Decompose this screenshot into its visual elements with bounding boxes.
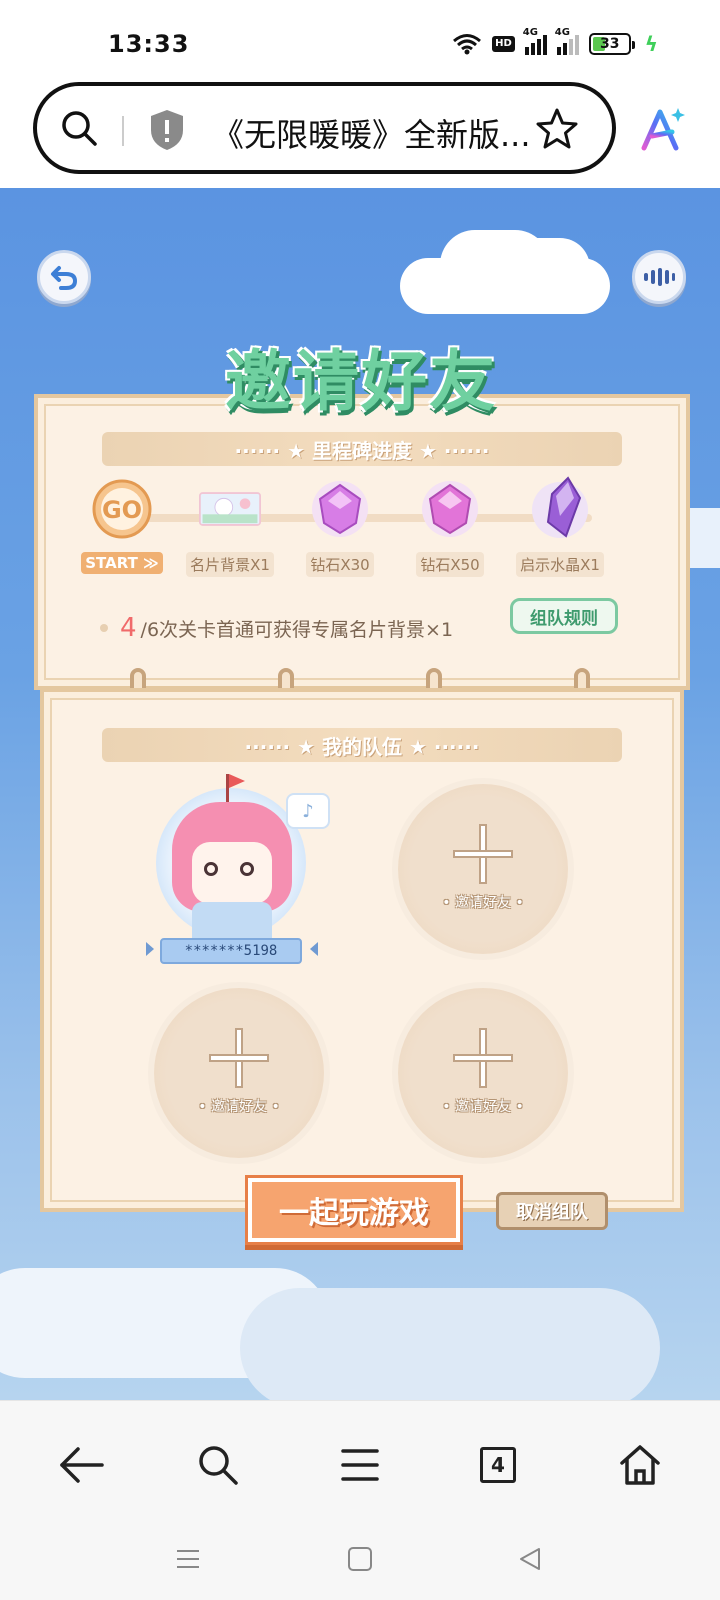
network-label-2: 4G bbox=[554, 27, 570, 38]
battery-level: 33 bbox=[600, 36, 620, 52]
team-panel: ······ ★ 我的队伍 ★ ······ bbox=[40, 688, 684, 1212]
back-button[interactable] bbox=[37, 250, 91, 304]
bottom-navigation: 4 bbox=[0, 1400, 720, 1600]
avatar-face bbox=[192, 842, 272, 904]
music-button[interactable] bbox=[632, 250, 686, 304]
system-menu-button[interactable] bbox=[168, 1539, 208, 1579]
menu-nav-button[interactable] bbox=[330, 1435, 390, 1495]
arrow-left-icon bbox=[60, 1447, 104, 1483]
square-icon bbox=[348, 1547, 372, 1571]
invite-slot[interactable]: • 邀请好友 • bbox=[398, 988, 568, 1158]
invite-label: • 邀请好友 • bbox=[198, 1099, 280, 1115]
system-home-button[interactable] bbox=[340, 1539, 380, 1579]
hd-badge: HD bbox=[492, 36, 515, 52]
wifi-icon bbox=[453, 34, 482, 55]
milestone-label: 钻石X30 bbox=[306, 552, 374, 577]
milestone-namecard[interactable]: 名片背景X1 bbox=[182, 478, 278, 577]
milestone-label: START ≫ bbox=[81, 552, 163, 574]
progress-count: 4 bbox=[120, 613, 137, 643]
milestone-start: GO START ≫ bbox=[74, 478, 170, 574]
invite-slot[interactable]: • 邀请好友 • bbox=[154, 988, 324, 1158]
invite-slot[interactable]: • 邀请好友 • bbox=[398, 784, 568, 954]
search-nav-button[interactable] bbox=[188, 1435, 248, 1495]
plus-icon bbox=[455, 826, 511, 882]
milestone-label: 钻石X50 bbox=[416, 552, 484, 577]
plus-icon bbox=[455, 1030, 511, 1086]
undo-arrow-icon bbox=[51, 266, 78, 290]
tag-arrow-right bbox=[310, 942, 318, 956]
diamond-icon bbox=[419, 478, 481, 540]
bullet-dot bbox=[100, 624, 108, 632]
milestone-diamond-50[interactable]: 钻石X50 bbox=[402, 478, 498, 577]
search-icon[interactable] bbox=[59, 108, 99, 148]
progress-text: /6次关卡首通可获得专属名片背景×1 bbox=[140, 618, 454, 641]
search-icon bbox=[199, 1446, 238, 1485]
address-bar[interactable]: 《无限暖暖》全新版... bbox=[33, 82, 616, 174]
cloud bbox=[240, 1288, 660, 1400]
menu-icon bbox=[341, 1449, 379, 1481]
status-bar: 13:33 HD 4G 4G 33 ϟ bbox=[0, 0, 720, 76]
play-together-button[interactable]: 一起玩游戏 bbox=[248, 1178, 460, 1242]
crystal-icon bbox=[529, 476, 591, 540]
avatar-body bbox=[192, 902, 272, 938]
status-time: 13:33 bbox=[108, 30, 190, 58]
page-title[interactable]: 《无限暖暖》全新版... bbox=[212, 110, 542, 156]
cloud bbox=[500, 238, 590, 298]
team-header: ······ ★ 我的队伍 ★ ······ bbox=[102, 728, 622, 762]
game-area: ······ ★ 里程碑进度 ★ ······ GO START ≫ 名片背景X… bbox=[0, 188, 720, 1400]
milestone-label: 启示水晶X1 bbox=[516, 552, 604, 577]
menu-icon bbox=[177, 1550, 199, 1568]
signal-icon: 4G bbox=[523, 27, 547, 55]
home-nav-button[interactable] bbox=[610, 1435, 670, 1495]
name-card-bg-icon bbox=[199, 478, 261, 540]
invite-label: • 邀请好友 • bbox=[442, 1099, 524, 1115]
svg-text:GO: GO bbox=[102, 496, 142, 524]
game-title: 邀请好友 bbox=[225, 343, 497, 420]
battery-icon: 33 bbox=[588, 33, 635, 55]
flag-icon bbox=[226, 774, 245, 804]
milestone-diamond-30[interactable]: 钻石X30 bbox=[292, 478, 388, 577]
network-label: 4G bbox=[522, 27, 538, 38]
status-icons: HD 4G 4G 33 ϟ bbox=[452, 27, 658, 56]
team-rules-button[interactable]: 组队规则 bbox=[510, 598, 618, 634]
back-nav-button[interactable] bbox=[52, 1435, 112, 1495]
milestone-track: GO START ≫ 名片背景X1 钻石X30 钻石X50 启示水晶X1 bbox=[81, 476, 632, 578]
tab-count: 4 bbox=[480, 1447, 516, 1483]
plus-icon bbox=[211, 1030, 267, 1086]
browser-toolbar: 《无限暖暖》全新版... bbox=[0, 76, 720, 188]
system-back-button[interactable] bbox=[510, 1539, 550, 1579]
milestone-panel: ······ ★ 里程碑进度 ★ ······ GO START ≫ 名片背景X… bbox=[34, 394, 690, 690]
invite-label: • 邀请好友 • bbox=[442, 895, 524, 911]
audio-wave-icon bbox=[644, 268, 675, 286]
star-icon[interactable] bbox=[534, 106, 580, 152]
triangle-back-icon bbox=[520, 1548, 540, 1570]
go-badge-icon: GO bbox=[91, 478, 153, 540]
music-note-icon: ♪ bbox=[286, 793, 330, 829]
ai-assistant-icon[interactable] bbox=[638, 104, 688, 154]
diamond-icon bbox=[309, 478, 371, 540]
home-icon bbox=[620, 1445, 660, 1485]
signal-icon-2: 4G bbox=[555, 27, 579, 55]
tag-arrow-left bbox=[146, 942, 154, 956]
tabs-nav-button[interactable]: 4 bbox=[468, 1435, 528, 1495]
milestone-label: 名片背景X1 bbox=[186, 552, 274, 577]
charging-icon: ϟ bbox=[644, 32, 658, 56]
milestone-header: ······ ★ 里程碑进度 ★ ······ bbox=[102, 432, 622, 466]
cancel-team-button[interactable]: 取消组队 bbox=[496, 1192, 608, 1230]
shield-icon[interactable] bbox=[147, 108, 187, 152]
milestone-crystal[interactable]: 启示水晶X1 bbox=[512, 476, 608, 577]
address-separator bbox=[122, 116, 124, 146]
player-name: *******5198 bbox=[160, 938, 302, 964]
